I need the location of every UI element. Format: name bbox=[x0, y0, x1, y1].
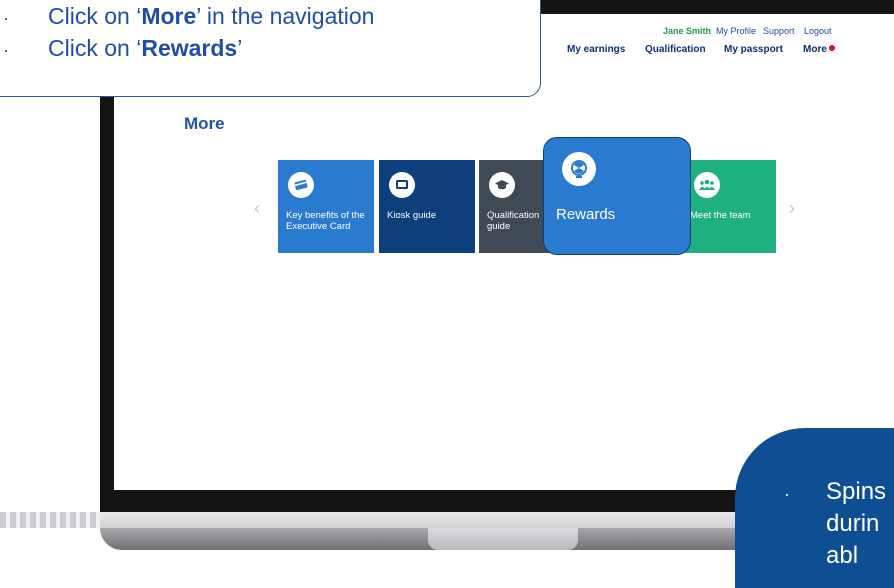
tile-meet-the-team[interactable]: Meet the team bbox=[680, 160, 776, 253]
bullet: · bbox=[3, 8, 9, 28]
bullet: · bbox=[3, 40, 9, 60]
team-icon bbox=[694, 172, 720, 198]
tile-key-benefits[interactable]: Key benefits of the Executive Card bbox=[278, 160, 374, 253]
spin-wheel-icon bbox=[562, 152, 596, 186]
carousel-prev-button[interactable]: ‹ bbox=[254, 198, 260, 219]
laptop-base-hinge bbox=[0, 512, 100, 528]
instruction-step-2: Click on ‘Rewards’ bbox=[48, 35, 243, 61]
instruction-step-1: Click on ‘More’ in the navigation bbox=[48, 3, 375, 29]
tile-label: Rewards bbox=[556, 206, 616, 223]
nav-link-logout[interactable]: Logout bbox=[804, 26, 832, 36]
side-note-callout bbox=[735, 428, 894, 588]
page-title: More bbox=[184, 114, 225, 133]
nav-qualification[interactable]: Qualification bbox=[645, 44, 706, 55]
tile-rewards[interactable]: Rewards bbox=[543, 137, 691, 255]
nav-my-earnings[interactable]: My earnings bbox=[567, 44, 625, 55]
nav-link-my-profile[interactable]: My Profile bbox=[716, 26, 756, 36]
side-note-line-1: Spins bbox=[826, 478, 887, 505]
user-name[interactable]: Jane Smith bbox=[663, 26, 711, 36]
laptop-notch bbox=[428, 528, 578, 550]
tile-label: Meet the team bbox=[690, 210, 751, 221]
graduation-cap-icon bbox=[489, 172, 515, 198]
nav-more-label: More bbox=[803, 44, 827, 55]
nav-my-passport[interactable]: My passport bbox=[724, 44, 783, 55]
tile-label: Kiosk guide bbox=[387, 210, 437, 221]
side-note-line-2: durin bbox=[826, 510, 880, 537]
tile-label: Qualification guide bbox=[487, 210, 540, 232]
side-note-bullet: · bbox=[784, 484, 790, 504]
tile-kiosk-guide[interactable]: Kiosk guide bbox=[379, 160, 475, 253]
nav-more[interactable]: More bbox=[803, 44, 835, 55]
card-icon bbox=[288, 172, 314, 198]
side-note-line-3: abl bbox=[826, 542, 859, 569]
carousel-next-button[interactable]: › bbox=[789, 198, 795, 219]
nav-link-support[interactable]: Support bbox=[763, 26, 795, 36]
tile-label: Key benefits of the Executive Card bbox=[286, 210, 365, 232]
monitor-icon bbox=[389, 172, 415, 198]
notification-dot bbox=[828, 45, 835, 51]
